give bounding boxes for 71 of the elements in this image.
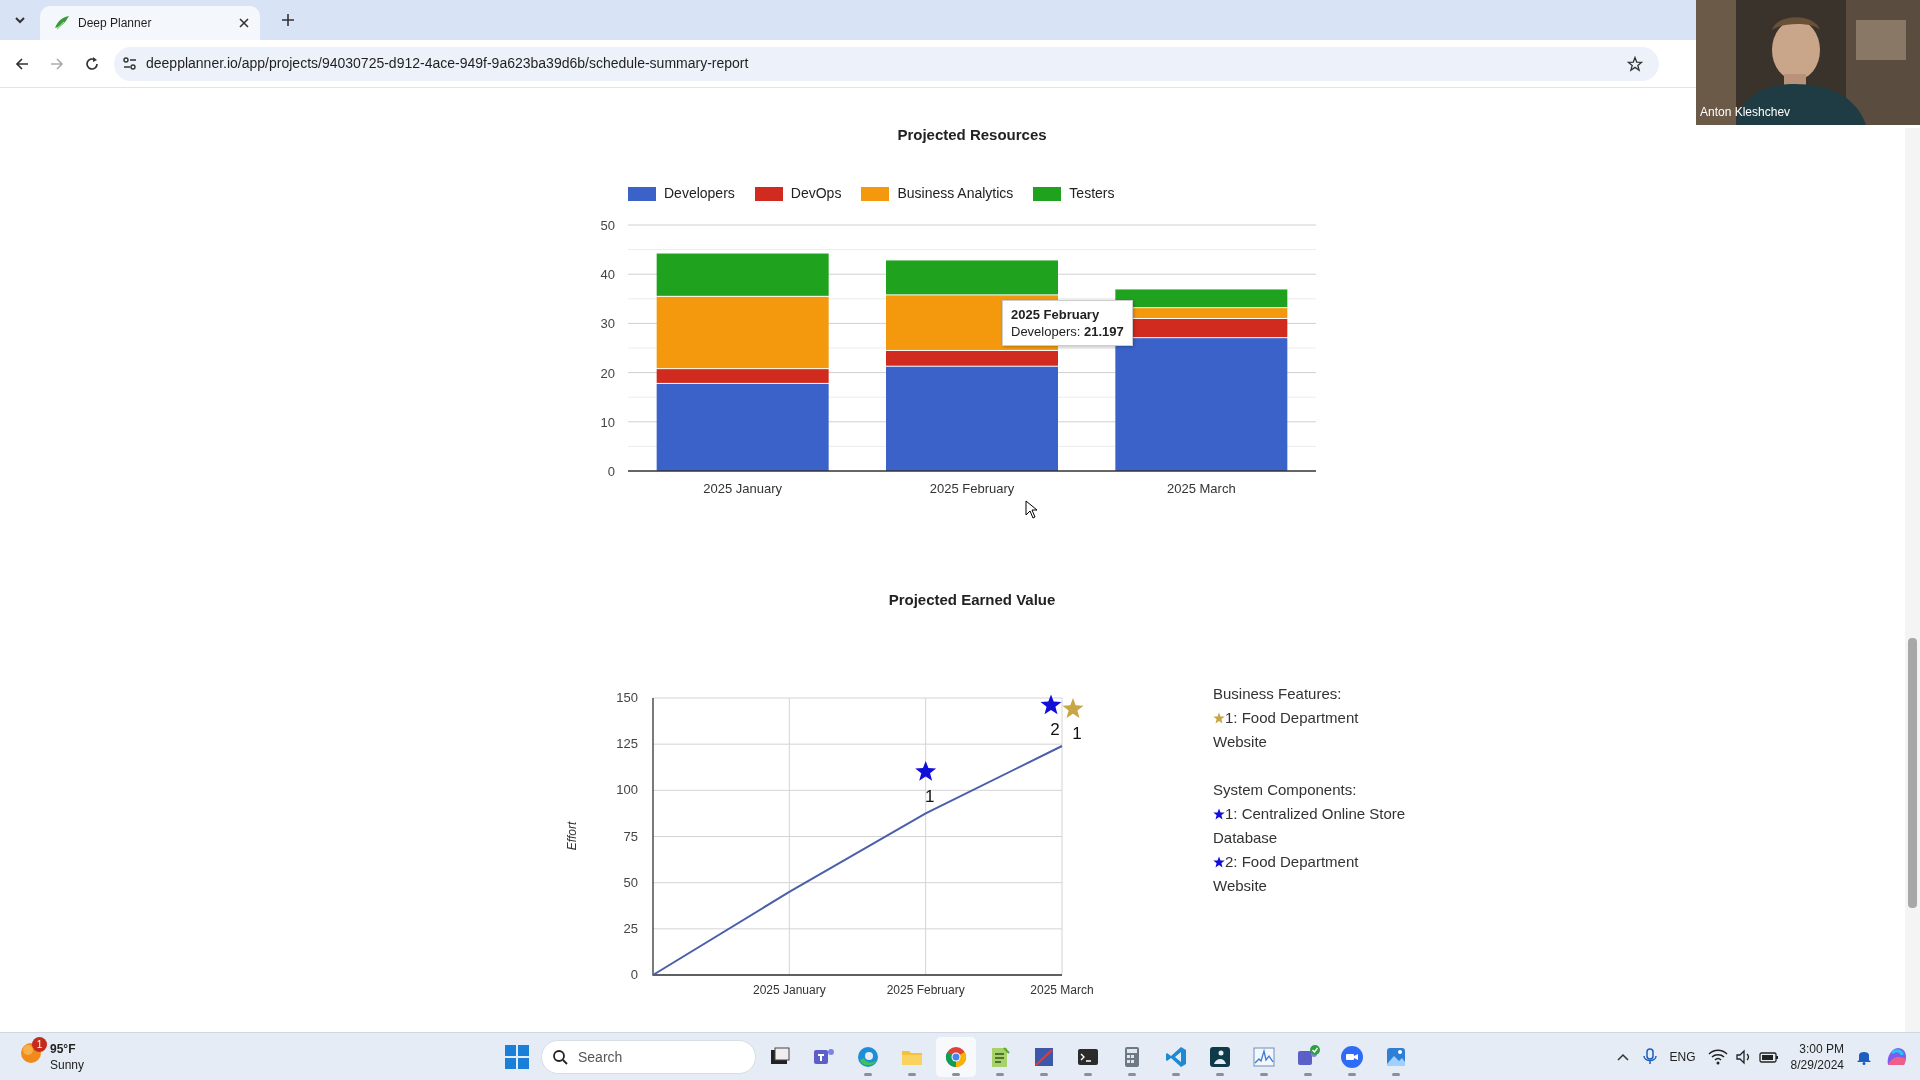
x-tick-label: 2025 March bbox=[1030, 983, 1094, 997]
scrollbar[interactable] bbox=[1905, 128, 1920, 1032]
tooltip-text: Developers: 21.197 bbox=[1011, 323, 1124, 340]
star-icon bbox=[1627, 55, 1643, 72]
marker-label: 1 bbox=[924, 786, 935, 806]
y-tick-label: 0 bbox=[607, 464, 615, 479]
tooltip-title: 2025 February bbox=[1011, 306, 1101, 323]
group-heading: System Components: bbox=[1213, 780, 1358, 800]
speaker-icon[interactable] bbox=[1735, 1048, 1751, 1065]
x-tick-label: 2025 January bbox=[703, 481, 783, 496]
milestone-text: 2: Food Department Website bbox=[1213, 853, 1359, 894]
axis-title: Effort bbox=[565, 821, 579, 851]
reload-icon bbox=[84, 55, 100, 72]
y-tick-label: 10 bbox=[600, 414, 615, 430]
search-icon bbox=[552, 1048, 568, 1065]
y-tick-label: 50 bbox=[600, 218, 615, 233]
legend-label: Developers bbox=[664, 184, 735, 203]
temperature-text: 95°F bbox=[50, 1040, 77, 1057]
marker-label: 1 bbox=[1072, 724, 1082, 744]
close-tab-button[interactable] bbox=[238, 17, 250, 29]
participant-name: Anton Kleshchev bbox=[1700, 104, 1791, 121]
y-tick-label: 75 bbox=[623, 828, 638, 844]
chart-icon bbox=[1252, 1044, 1276, 1069]
bookmark-button[interactable] bbox=[1627, 55, 1643, 72]
y-tick-label: 0 bbox=[630, 967, 638, 982]
y-tick-label: 25 bbox=[623, 920, 638, 936]
y-tick-label: 20 bbox=[600, 365, 615, 381]
x-tick-label: 2025 February bbox=[886, 983, 965, 997]
notification-badge: 1 bbox=[32, 1037, 47, 1052]
y-tick-label: 30 bbox=[600, 316, 615, 332]
search-field[interactable]: Search bbox=[541, 1039, 756, 1074]
tune-icon bbox=[122, 55, 138, 72]
chevron-down-icon bbox=[14, 14, 26, 26]
y-tick-label: 100 bbox=[616, 782, 638, 798]
chart-title: Projected Resources bbox=[896, 125, 1048, 145]
code-editor-icon bbox=[1164, 1044, 1188, 1069]
x-tick-label: 2025 March bbox=[1167, 481, 1236, 496]
legend-label: Business Analytics bbox=[897, 184, 1014, 203]
windows-logo-icon bbox=[505, 1044, 529, 1069]
forward-arrow-icon bbox=[49, 55, 65, 72]
wifi-icon[interactable] bbox=[1707, 1048, 1728, 1065]
browser-tab[interactable]: Deep Planner bbox=[40, 6, 260, 40]
microphone-button[interactable] bbox=[1641, 1048, 1658, 1065]
legend-label: Testers bbox=[1069, 184, 1115, 203]
scrollbar-thumb[interactable] bbox=[1908, 638, 1917, 908]
video-camera-icon bbox=[1340, 1044, 1364, 1069]
site-info-button[interactable] bbox=[122, 55, 138, 72]
leaf-icon bbox=[54, 15, 70, 31]
x-tick-label: 2025 February bbox=[929, 481, 1015, 496]
close-icon bbox=[238, 17, 250, 29]
microphone-icon bbox=[1641, 1048, 1658, 1065]
y-tick-label: 40 bbox=[600, 267, 615, 283]
legend-label: DevOps bbox=[790, 184, 842, 203]
browser-icon bbox=[944, 1044, 968, 1069]
language-button[interactable]: ENG bbox=[1669, 1048, 1696, 1065]
browser-icon bbox=[856, 1044, 880, 1069]
milestone-text: 1: Centralized Online Store Database bbox=[1213, 805, 1406, 846]
group-heading: Business Features: bbox=[1213, 684, 1343, 704]
y-tick-label: 150 bbox=[616, 690, 638, 705]
weather-text: Sunny bbox=[50, 1056, 85, 1073]
back-arrow-icon bbox=[14, 55, 30, 72]
plus-icon bbox=[281, 13, 295, 27]
y-tick-label: 125 bbox=[616, 736, 638, 752]
reader-icon bbox=[1208, 1044, 1232, 1069]
y-tick-label: 50 bbox=[623, 874, 638, 890]
marker-label: 2 bbox=[1050, 720, 1060, 740]
x-tick-label: 2025 January bbox=[752, 983, 826, 997]
clock[interactable]: 3:00 PM 8/29/2024 bbox=[1790, 1040, 1844, 1073]
chart-title: Projected Earned Value bbox=[887, 590, 1057, 610]
cursor-icon bbox=[1025, 500, 1038, 519]
milestone-text: 1: Food Department Website bbox=[1213, 709, 1359, 750]
